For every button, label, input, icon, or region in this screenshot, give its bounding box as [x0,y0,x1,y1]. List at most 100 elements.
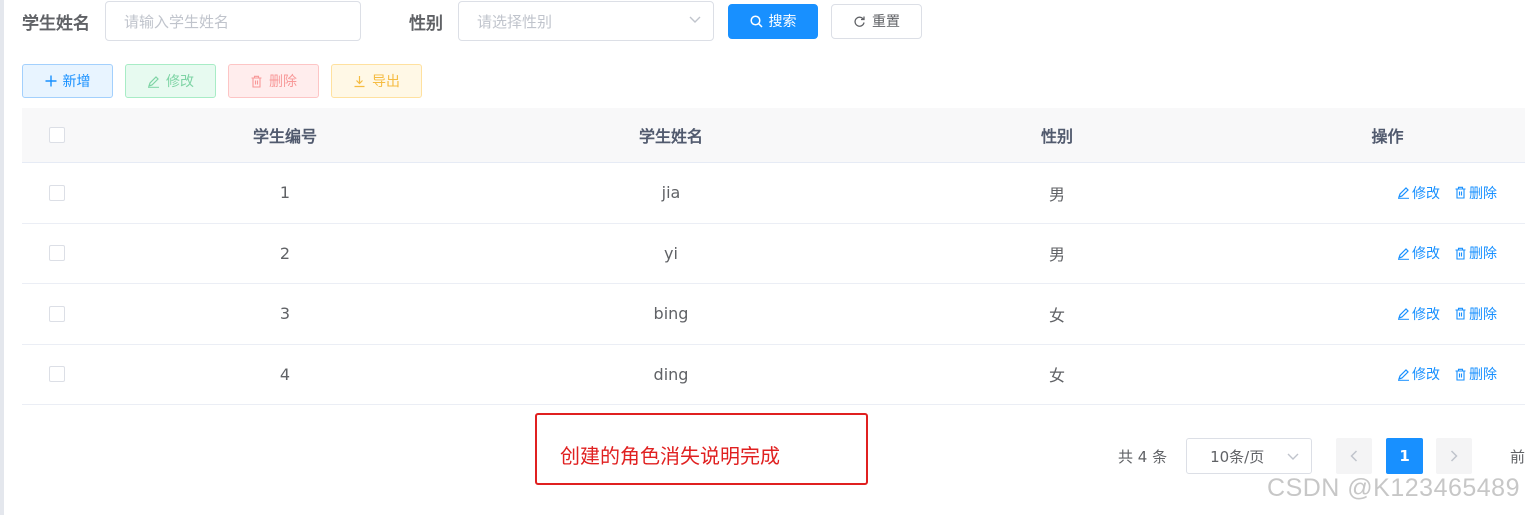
edit-icon [1397,247,1410,260]
chevron-down-icon [689,14,701,24]
refresh-icon [853,15,866,28]
row-select-cell [22,366,92,383]
chevron-right-icon [1450,450,1458,462]
student-table: 学生编号 学生姓名 性别 操作 1 jia 男 修改 删除 2 yi 男 修改 [22,108,1525,405]
table-header: 学生编号 学生姓名 性别 操作 [22,108,1525,163]
table-row: 2 yi 男 修改 删除 [22,224,1525,284]
cell-student-name: bing [653,304,689,324]
reset-button[interactable]: 重置 [831,3,922,39]
page-size-select[interactable]: 10条/页 [1186,438,1313,474]
plus-icon [45,75,57,87]
cell-student-id: 4 [279,364,291,384]
search-button-label: 搜索 [768,14,797,30]
cell-gender: 女 [1048,305,1065,325]
row-edit-label: 修改 [1412,246,1440,263]
search-button[interactable]: 搜索 [728,3,818,39]
cell-student-id: 1 [279,183,291,203]
edit-icon [147,75,160,88]
row-checkbox[interactable] [49,366,65,383]
trash-icon [1454,186,1467,199]
watermark: CSDN @K123465489 [1267,474,1520,502]
cell-student-name: ding [653,364,689,384]
row-checkbox[interactable] [49,184,65,201]
row-edit-link[interactable]: 修改 [1397,243,1440,263]
next-page-button[interactable] [1436,438,1473,474]
trash-icon [1454,247,1467,260]
gender-label: 性别 [409,13,443,34]
row-edit-link[interactable]: 修改 [1397,183,1440,203]
action-toolbar: 新增 修改 删除 导出 [22,64,422,98]
row-delete-label: 删除 [1469,246,1497,263]
cell-student-id: 2 [279,243,291,263]
export-button[interactable]: 导出 [331,64,422,98]
table-row: 1 jia 男 修改 删除 [22,163,1525,224]
page-number-current[interactable]: 1 [1386,438,1424,474]
left-edge-divider [0,0,4,515]
add-button-label: 新增 [62,74,91,90]
header-gender[interactable]: 性别 [864,123,1250,147]
trash-icon [1454,307,1467,320]
header-actions: 操作 [1371,127,1404,146]
row-actions: 修改 删除 [1250,304,1525,324]
row-select-cell [22,184,92,201]
row-delete-link[interactable]: 删除 [1454,304,1497,324]
gender-placeholder: 请选择性别 [477,12,553,31]
chevron-down-icon [1287,451,1299,461]
row-delete-label: 删除 [1469,367,1497,384]
row-delete-label: 删除 [1469,306,1497,323]
row-edit-label: 修改 [1412,185,1440,202]
student-name-label: 学生姓名 [22,13,90,34]
select-all-checkbox[interactable] [49,127,65,143]
header-student-name[interactable]: 学生姓名 [478,123,864,147]
cell-gender: 男 [1048,184,1065,204]
search-icon [749,14,763,28]
goto-page-label: 前 [1510,448,1525,466]
table-row: 4 ding 女 修改 删除 [22,345,1525,405]
row-actions: 修改 删除 [1250,364,1525,384]
row-select-cell [22,245,92,262]
header-student-id[interactable]: 学生编号 [92,123,478,147]
annotation-box: 创建的角色消失说明完成 [535,413,868,485]
add-button[interactable]: 新增 [22,64,113,98]
cell-gender: 男 [1048,245,1065,265]
search-form: 学生姓名 请输入学生姓名 性别 请选择性别 搜索 重置 [22,1,922,41]
row-delete-label: 删除 [1469,185,1497,202]
export-button-label: 导出 [372,74,400,90]
row-select-cell [22,305,92,322]
row-edit-label: 修改 [1412,306,1440,323]
download-icon [353,75,366,88]
pagination: 共 4 条 10条/页 1 [1118,438,1473,474]
reset-button-label: 重置 [872,14,900,30]
cell-student-name: jia [661,183,681,203]
row-edit-label: 修改 [1412,367,1440,384]
pagination-total: 共 4 条 [1118,447,1168,466]
row-delete-link[interactable]: 删除 [1454,364,1497,384]
trash-icon [250,75,263,88]
cell-student-id: 3 [279,304,291,324]
edit-icon [1397,186,1410,200]
row-edit-link[interactable]: 修改 [1397,364,1440,384]
prev-page-button[interactable] [1336,438,1373,474]
gender-select[interactable]: 请选择性别 [458,1,714,41]
edit-icon [1397,368,1410,381]
row-delete-link[interactable]: 删除 [1454,183,1497,203]
cell-student-name: yi [664,243,678,263]
row-checkbox[interactable] [49,245,65,262]
row-checkbox[interactable] [49,305,65,322]
annotation-text: 创建的角色消失说明完成 [560,444,780,468]
row-edit-link[interactable]: 修改 [1397,304,1440,324]
cell-gender: 女 [1048,366,1065,386]
table-row: 3 bing 女 修改 删除 [22,284,1525,345]
row-delete-link[interactable]: 删除 [1454,243,1497,263]
delete-button[interactable]: 删除 [228,64,319,98]
select-all-cell [22,127,92,143]
edit-icon [1397,307,1410,321]
edit-button[interactable]: 修改 [125,64,216,98]
trash-icon [1454,368,1467,381]
student-name-input[interactable]: 请输入学生姓名 [105,1,361,41]
edit-button-label: 修改 [166,74,194,90]
chevron-left-icon [1350,450,1358,462]
delete-button-label: 删除 [269,74,297,90]
page-size-value: 10条/页 [1210,447,1265,466]
row-actions: 修改 删除 [1250,243,1525,263]
